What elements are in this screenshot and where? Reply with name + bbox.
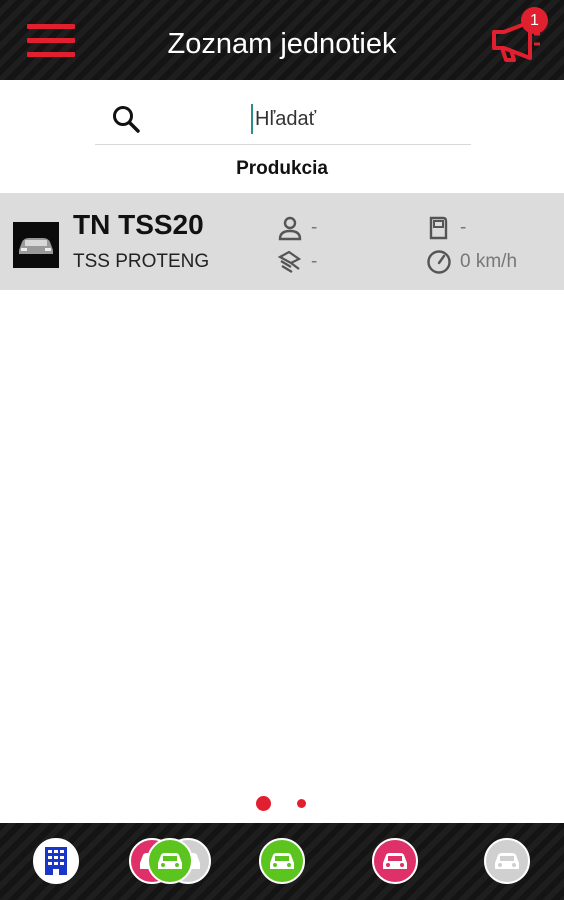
group-title: Produkcia: [236, 158, 328, 179]
driver-stat: -: [277, 215, 317, 241]
tachograph-stat: -: [277, 249, 317, 275]
notification-badge[interactable]: 1: [521, 7, 548, 34]
search-input[interactable]: [251, 104, 465, 134]
unit-name: TN TSS20: [73, 209, 204, 240]
car-icon: [495, 853, 519, 869]
tachograph-value: -: [311, 251, 318, 272]
car-icon: [270, 853, 294, 869]
building-icon: [45, 847, 67, 875]
page-indicator-active[interactable]: [256, 796, 271, 811]
unit-company: TSS PROTENG: [73, 251, 210, 272]
all-vehicles-button[interactable]: [147, 838, 193, 884]
hand-card-icon: [277, 250, 302, 273]
fuel-icon: [429, 216, 448, 240]
speed-value: 0 km/h: [460, 251, 518, 272]
search-icon[interactable]: [111, 104, 141, 134]
car-icon: [158, 853, 182, 869]
company-filter-button[interactable]: [33, 838, 79, 884]
search-bar: [95, 96, 471, 145]
stopped-vehicles-button[interactable]: [372, 838, 418, 884]
fuel-stat: -: [426, 215, 466, 241]
bottom-navigation: [0, 823, 564, 900]
vehicle-thumbnail: [13, 222, 59, 268]
page-title: Zoznam jednotiek: [167, 28, 397, 60]
page-indicator[interactable]: [297, 799, 306, 808]
moving-vehicles-button[interactable]: [259, 838, 305, 884]
car-icon: [383, 853, 407, 869]
list-item[interactable]: TN TSS20 TSS PROTENG - - - 0 km/h: [0, 193, 564, 290]
speed-stat: 0 km/h: [426, 249, 517, 275]
fuel-value: -: [460, 217, 467, 238]
offline-vehicles-button[interactable]: [484, 838, 530, 884]
person-icon: [278, 216, 302, 241]
driver-value: -: [311, 217, 318, 238]
app-bar: Zoznam jednotiek 1: [0, 0, 564, 80]
speedometer-icon: [427, 250, 451, 274]
